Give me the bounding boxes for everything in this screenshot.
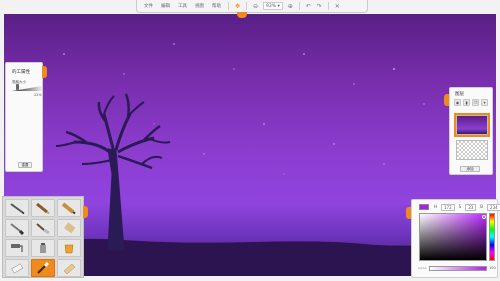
pencil-icon — [10, 203, 25, 215]
top-toolbar: 文件 编辑 工具 视图 帮助 ✥ ⊖ 93% ▾ ⊕ ↶ ↷ ✕ — [136, 0, 368, 13]
hsb-values: H 172 S 23 B 234 — [434, 204, 500, 211]
crayon-icon — [61, 202, 76, 215]
paint-tube-tool[interactable] — [57, 219, 81, 237]
divider — [327, 2, 329, 10]
spray-can-icon — [40, 243, 46, 253]
fill-roller-icon — [11, 244, 23, 252]
brush-properties-panel: 的工属性 笔触大小 22% 重置 — [5, 62, 43, 172]
menu-file[interactable]: 文件 — [140, 2, 157, 10]
tools-collapse-tab[interactable] — [83, 206, 88, 218]
toolbar-collapse-tab[interactable] — [237, 12, 247, 18]
paint-bucket-icon — [64, 244, 74, 254]
color-picker-panel: H 172 S 23 B 234 Alpha 100 — [411, 199, 500, 278]
flat-brush-tool[interactable] — [31, 259, 55, 277]
color-panel-collapse-tab[interactable] — [406, 207, 411, 219]
divider — [298, 2, 300, 10]
b-input[interactable]: 234 — [487, 204, 500, 211]
marker-tool[interactable] — [31, 199, 55, 217]
add-layer-button[interactable]: 添加 — [460, 166, 480, 172]
zoom-level-select[interactable]: 93% ▾ — [263, 2, 283, 10]
duplicate-icon[interactable]: ❐ — [472, 99, 479, 106]
paper-roll-icon — [63, 263, 76, 275]
layer-actions: ◉ ▮ ❐ ▾ — [454, 99, 488, 106]
fill-tool[interactable] — [5, 239, 29, 257]
bucket-tool[interactable] — [57, 239, 81, 257]
h-label: H — [434, 204, 438, 209]
menu-edit[interactable]: 编辑 — [157, 2, 174, 10]
current-color-swatch[interactable] — [419, 204, 429, 210]
layers-collapse-tab[interactable] — [444, 94, 449, 106]
brush-tool[interactable] — [5, 219, 29, 237]
zoom-in-icon[interactable]: ⊕ — [286, 2, 295, 11]
brush-size-label: 笔触大小 — [12, 80, 26, 84]
palette-knife-icon — [36, 223, 50, 235]
spray-tool[interactable] — [31, 239, 55, 257]
close-icon[interactable]: ✕ — [333, 2, 342, 11]
lock-icon[interactable]: ▮ — [463, 99, 470, 106]
menu-view[interactable]: 视图 — [191, 2, 208, 10]
saturation-brightness-field[interactable] — [419, 213, 487, 261]
divider — [246, 2, 247, 10]
undo-icon[interactable]: ↶ — [304, 2, 313, 11]
marker-icon — [36, 202, 50, 215]
layer-thumbnail-painting[interactable] — [454, 113, 490, 137]
s-label: S — [458, 204, 462, 209]
reset-button[interactable]: 重置 — [18, 162, 32, 168]
flat-brush-icon — [37, 261, 50, 274]
brush-icon — [10, 223, 25, 235]
opacity-value: 22% — [34, 93, 42, 97]
crayon-tool[interactable] — [57, 199, 81, 217]
s-input[interactable]: 23 — [465, 204, 477, 211]
knife-tool[interactable] — [31, 219, 55, 237]
eraser-tool[interactable] — [5, 259, 29, 277]
stars — [63, 43, 425, 175]
zoom-out-icon[interactable]: ⊖ — [251, 2, 260, 11]
slider-handle[interactable] — [16, 84, 19, 90]
panel-title: 的工属性 — [12, 70, 30, 75]
brush-panel-collapse-tab[interactable] — [42, 66, 47, 78]
paint-tube-icon — [64, 222, 76, 234]
menu-help[interactable]: 帮助 — [208, 2, 225, 10]
menu-icon[interactable]: ▾ — [481, 99, 488, 106]
alpha-value: 100 — [489, 266, 496, 270]
zoom-value: 93% — [266, 3, 277, 9]
paper-tool[interactable] — [57, 259, 81, 277]
eraser-icon — [11, 263, 24, 274]
hue-slider[interactable] — [489, 213, 495, 261]
menu-tools[interactable]: 工具 — [174, 2, 191, 10]
hand-pan-icon[interactable]: ✥ — [233, 2, 242, 11]
tool-palette — [2, 196, 84, 278]
paint-app: 文件 编辑 工具 视图 帮助 ✥ ⊖ 93% ▾ ⊕ ↶ ↷ ✕ 的工属性 笔触… — [0, 0, 500, 281]
layer-thumbnail-empty[interactable] — [456, 140, 488, 160]
alpha-label: Alpha — [418, 266, 427, 270]
eye-icon[interactable]: ◉ — [454, 99, 461, 106]
h-input[interactable]: 172 — [441, 204, 455, 211]
pencil-tool[interactable] — [5, 199, 29, 217]
color-cursor[interactable] — [482, 215, 486, 219]
layers-panel: 图层 ◉ ▮ ❐ ▾ 添加 — [449, 87, 493, 175]
b-label: B — [480, 204, 484, 209]
alpha-slider[interactable] — [429, 266, 487, 271]
divider — [228, 2, 229, 10]
redo-icon[interactable]: ↷ — [315, 2, 324, 11]
layers-title: 图层 — [455, 92, 464, 97]
